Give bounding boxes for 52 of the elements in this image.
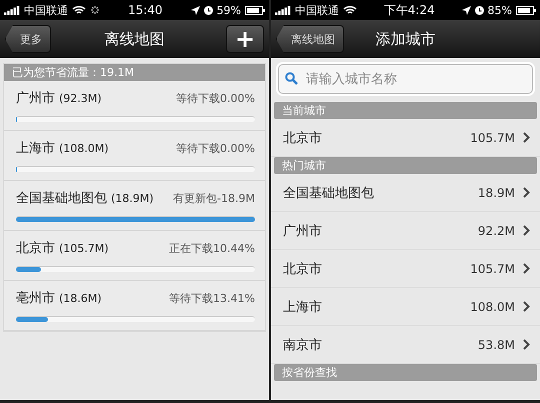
alarm-clock-icon	[474, 6, 484, 14]
signal-icon	[275, 6, 291, 14]
download-status: 正在下载10.44%	[169, 241, 255, 256]
city-name: 全国基础地图包	[16, 190, 107, 207]
city-name: 广州市	[16, 90, 55, 107]
wifi-icon	[343, 5, 357, 15]
search-icon	[285, 72, 298, 85]
location-arrow-icon	[462, 6, 471, 14]
map-size: (18.6M)	[59, 292, 102, 305]
section-header: 当前城市	[274, 102, 537, 119]
back-button[interactable]: 更多	[5, 25, 51, 53]
map-size: (105.7M)	[59, 242, 109, 255]
carrier-name: 中国联通	[24, 2, 68, 18]
signal-icon	[4, 6, 20, 14]
city-row[interactable]: 广州市 92.2M	[271, 212, 540, 250]
section-header: 热门城市	[274, 157, 537, 174]
battery-icon	[245, 6, 266, 14]
add-button[interactable]: +	[226, 25, 264, 53]
city-name: 亳州市	[16, 290, 55, 307]
chevron-right-icon	[523, 339, 530, 350]
chevron-right-icon	[523, 132, 530, 143]
map-size: (18.9M)	[111, 192, 154, 205]
map-size: (92.3M)	[59, 92, 102, 105]
chevron-right-icon	[523, 301, 530, 312]
section-header: 按省份查找	[274, 364, 537, 381]
location-arrow-icon	[190, 6, 200, 14]
wifi-icon	[72, 5, 86, 15]
chevron-right-icon	[523, 225, 530, 236]
city-row[interactable]: 全国基础地图包 18.9M	[271, 174, 540, 212]
battery-icon	[516, 6, 536, 14]
download-status: 等待下载0.00%	[176, 141, 255, 156]
carrier-name: 中国联通	[295, 2, 339, 18]
chevron-right-icon	[523, 263, 530, 274]
battery-percent: 59%	[216, 4, 242, 16]
battery-percent: 85%	[488, 4, 512, 16]
chevron-right-icon	[523, 187, 530, 198]
city-name: 北京市	[16, 240, 55, 257]
clock-time: 下午4:24	[384, 2, 435, 18]
download-status: 等待下载0.00%	[176, 91, 255, 106]
city-name: 上海市	[16, 140, 55, 157]
city-row[interactable]: 上海市 108.0M	[271, 288, 540, 326]
screen-title: 离线地图	[104, 30, 164, 48]
saved-data-banner: 已为您节省流量：19.1M	[4, 64, 265, 81]
download-status: 等待下载13.41%	[169, 291, 255, 306]
download-status: 有更新包-18.9M	[173, 191, 255, 206]
back-button[interactable]: 离线地图	[276, 25, 344, 53]
alarm-clock-icon	[204, 6, 213, 14]
search-field[interactable]: 请输入城市名称	[278, 64, 533, 94]
screen-title: 添加城市	[376, 30, 436, 48]
clock-time: 15:40	[128, 3, 163, 17]
map-size: (108.0M)	[59, 142, 109, 155]
city-row[interactable]: 北京市 105.7M	[271, 250, 540, 288]
